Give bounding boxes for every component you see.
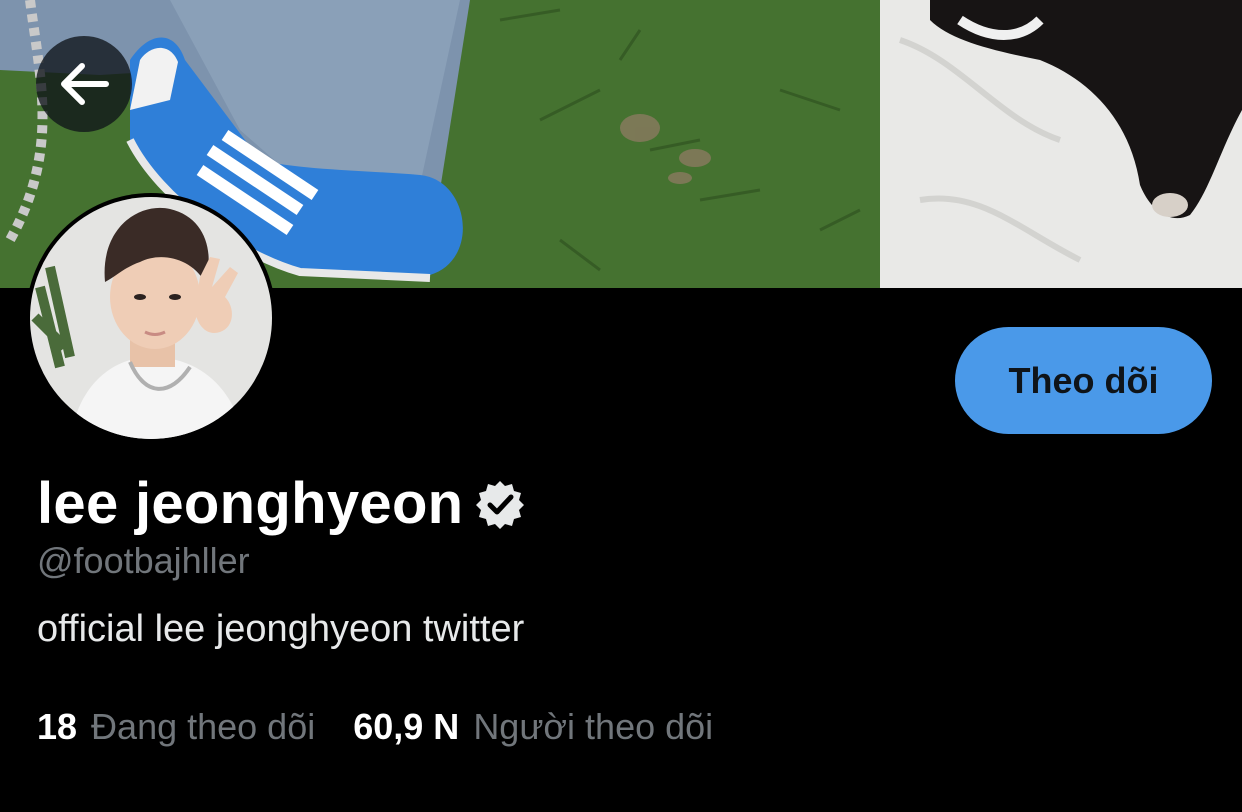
- profile-bio: official lee jeonghyeon twitter: [37, 608, 525, 650]
- following-link[interactable]: 18 Đang theo dõi: [37, 706, 315, 748]
- following-label: Đang theo dõi: [91, 706, 316, 747]
- display-name-row: lee jeonghyeon: [37, 470, 525, 537]
- follow-button[interactable]: Theo dõi: [955, 327, 1212, 434]
- display-name: lee jeonghyeon: [37, 471, 464, 536]
- user-handle: @footbajhller: [37, 540, 250, 581]
- followers-label: Người theo dõi: [473, 706, 714, 747]
- verified-badge-icon[interactable]: [475, 479, 525, 529]
- back-button[interactable]: [36, 36, 132, 132]
- following-count: 18: [37, 706, 78, 747]
- arrow-left-icon: [61, 63, 109, 105]
- profile-stats: 18 Đang theo dõi 60,9 N Người theo dõi: [37, 706, 751, 748]
- avatar-image: [30, 197, 272, 439]
- avatar[interactable]: [26, 193, 276, 443]
- followers-link[interactable]: 60,9 N Người theo dõi: [353, 706, 713, 748]
- followers-count: 60,9 N: [353, 706, 460, 747]
